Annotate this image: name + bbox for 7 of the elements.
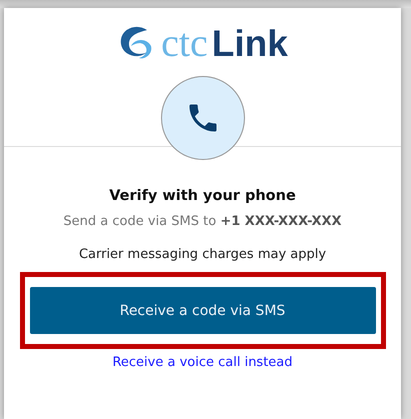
heading: Verify with your phone	[109, 188, 296, 204]
sms-destination-text: Send a code via SMS to +1 XXX-XXX-XXX	[63, 214, 342, 229]
voice-call-link[interactable]: Receive a voice call instead	[112, 355, 293, 370]
logo-name: Link	[212, 24, 288, 62]
charges-notice: Carrier messaging charges may apply	[78, 247, 326, 262]
logo-prefix: ctc	[161, 23, 208, 63]
receive-sms-button[interactable]: Receive a code via SMS	[30, 287, 376, 334]
